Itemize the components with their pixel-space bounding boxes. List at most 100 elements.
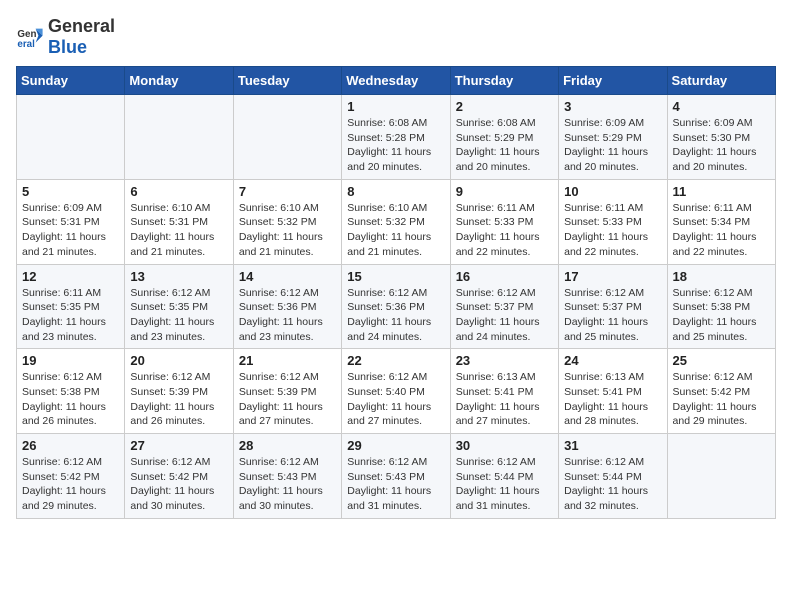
calendar-cell: 24Sunrise: 6:13 AM Sunset: 5:41 PM Dayli…	[559, 349, 667, 434]
day-number: 27	[130, 438, 227, 453]
day-info: Sunrise: 6:12 AM Sunset: 5:38 PM Dayligh…	[22, 370, 119, 429]
day-info: Sunrise: 6:12 AM Sunset: 5:37 PM Dayligh…	[456, 286, 553, 345]
day-info: Sunrise: 6:12 AM Sunset: 5:40 PM Dayligh…	[347, 370, 444, 429]
day-number: 8	[347, 184, 444, 199]
calendar-cell: 31 Sunrise: 6:12 AM Sunset: 5:44 PM Dayli…	[559, 434, 667, 519]
day-info: Sunrise: 6:08 AM Sunset: 5:29 PM Dayligh…	[456, 116, 553, 175]
day-info: Sunrise: 6:10 AM Sunset: 5:31 PM Dayligh…	[130, 201, 227, 260]
day-number: 9	[456, 184, 553, 199]
logo-icon: Gen eral	[16, 23, 44, 51]
calendar-week-3: 12 Sunrise: 6:11 AM Sunset: 5:35 PM Dayli…	[17, 264, 776, 349]
day-number: 11	[673, 184, 770, 199]
day-info: Sunrise: 6:10 AM Sunset: 5:32 PM Dayligh…	[347, 201, 444, 260]
day-number: 2	[456, 99, 553, 114]
day-info: Sunrise: 6:12 AM Sunset: 5:42 PM Dayligh…	[22, 455, 119, 514]
calendar-cell: 4 Sunrise: 6:09 AM Sunset: 5:30 PM Daylig…	[667, 95, 775, 180]
calendar-table: SundayMondayTuesdayWednesdayThursdayFrid…	[16, 66, 776, 519]
logo: Gen eral General Blue	[16, 16, 115, 58]
day-number: 12	[22, 269, 119, 284]
calendar-cell: 15 Sunrise: 6:12 AM Sunset: 5:36 PM Dayli…	[342, 264, 450, 349]
calendar-cell: 14 Sunrise: 6:12 AM Sunset: 5:36 PM Dayli…	[233, 264, 341, 349]
day-info: Sunrise: 6:11 AM Sunset: 5:33 PM Dayligh…	[564, 201, 661, 260]
weekday-header-wednesday: Wednesday	[342, 67, 450, 95]
day-info: Sunrise: 6:08 AM Sunset: 5:28 PM Dayligh…	[347, 116, 444, 175]
day-number: 14	[239, 269, 336, 284]
logo-text-blue: Blue	[48, 37, 87, 57]
day-info: Sunrise: 6:12 AM Sunset: 5:36 PM Dayligh…	[347, 286, 444, 345]
calendar-cell: 23 Sunrise: 6:13 AM Sunset: 5:41 PM Dayli…	[450, 349, 558, 434]
page-header: Gen eral General Blue	[16, 16, 776, 58]
svg-text:eral: eral	[17, 39, 35, 50]
calendar-cell: 1 Sunrise: 6:08 AM Sunset: 5:28 PM Daylig…	[342, 95, 450, 180]
calendar-cell: 12 Sunrise: 6:11 AM Sunset: 5:35 PM Dayli…	[17, 264, 125, 349]
day-info: Sunrise: 6:09 AM Sunset: 5:31 PM Dayligh…	[22, 201, 119, 260]
weekday-header-row: SundayMondayTuesdayWednesdayThursdayFrid…	[17, 67, 776, 95]
calendar-cell: 28 Sunrise: 6:12 AM Sunset: 5:43 PM Dayli…	[233, 434, 341, 519]
day-number: 25	[673, 353, 770, 368]
calendar-cell: 6 Sunrise: 6:10 AM Sunset: 5:31 PM Daylig…	[125, 179, 233, 264]
calendar-week-4: 19Sunrise: 6:12 AM Sunset: 5:38 PM Dayli…	[17, 349, 776, 434]
calendar-week-5: 26 Sunrise: 6:12 AM Sunset: 5:42 PM Dayli…	[17, 434, 776, 519]
day-number: 6	[130, 184, 227, 199]
calendar-cell: 10 Sunrise: 6:11 AM Sunset: 5:33 PM Dayli…	[559, 179, 667, 264]
day-number: 20	[130, 353, 227, 368]
logo-text-general: General	[48, 16, 115, 36]
day-info: Sunrise: 6:12 AM Sunset: 5:42 PM Dayligh…	[673, 370, 770, 429]
calendar-cell	[667, 434, 775, 519]
weekday-header-thursday: Thursday	[450, 67, 558, 95]
day-info: Sunrise: 6:12 AM Sunset: 5:35 PM Dayligh…	[130, 286, 227, 345]
day-info: Sunrise: 6:12 AM Sunset: 5:36 PM Dayligh…	[239, 286, 336, 345]
calendar-cell: 20 Sunrise: 6:12 AM Sunset: 5:39 PM Dayli…	[125, 349, 233, 434]
calendar-cell: 27 Sunrise: 6:12 AM Sunset: 5:42 PM Dayli…	[125, 434, 233, 519]
calendar-cell: 11Sunrise: 6:11 AM Sunset: 5:34 PM Dayli…	[667, 179, 775, 264]
day-info: Sunrise: 6:13 AM Sunset: 5:41 PM Dayligh…	[456, 370, 553, 429]
calendar-cell: 9 Sunrise: 6:11 AM Sunset: 5:33 PM Daylig…	[450, 179, 558, 264]
day-number: 4	[673, 99, 770, 114]
day-number: 17	[564, 269, 661, 284]
calendar-cell: 25 Sunrise: 6:12 AM Sunset: 5:42 PM Dayli…	[667, 349, 775, 434]
day-number: 5	[22, 184, 119, 199]
calendar-cell: 19Sunrise: 6:12 AM Sunset: 5:38 PM Dayli…	[17, 349, 125, 434]
day-info: Sunrise: 6:09 AM Sunset: 5:30 PM Dayligh…	[673, 116, 770, 175]
weekday-header-monday: Monday	[125, 67, 233, 95]
day-info: Sunrise: 6:12 AM Sunset: 5:43 PM Dayligh…	[239, 455, 336, 514]
weekday-header-sunday: Sunday	[17, 67, 125, 95]
calendar-cell: 17Sunrise: 6:12 AM Sunset: 5:37 PM Dayli…	[559, 264, 667, 349]
day-info: Sunrise: 6:12 AM Sunset: 5:43 PM Dayligh…	[347, 455, 444, 514]
day-info: Sunrise: 6:12 AM Sunset: 5:39 PM Dayligh…	[130, 370, 227, 429]
day-info: Sunrise: 6:09 AM Sunset: 5:29 PM Dayligh…	[564, 116, 661, 175]
day-info: Sunrise: 6:11 AM Sunset: 5:35 PM Dayligh…	[22, 286, 119, 345]
calendar-cell	[17, 95, 125, 180]
day-number: 31	[564, 438, 661, 453]
calendar-week-2: 5 Sunrise: 6:09 AM Sunset: 5:31 PM Daylig…	[17, 179, 776, 264]
day-number: 29	[347, 438, 444, 453]
weekday-header-friday: Friday	[559, 67, 667, 95]
calendar-cell: 18Sunrise: 6:12 AM Sunset: 5:38 PM Dayli…	[667, 264, 775, 349]
calendar-cell: 3Sunrise: 6:09 AM Sunset: 5:29 PM Daylig…	[559, 95, 667, 180]
calendar-week-1: 1 Sunrise: 6:08 AM Sunset: 5:28 PM Daylig…	[17, 95, 776, 180]
day-info: Sunrise: 6:11 AM Sunset: 5:33 PM Dayligh…	[456, 201, 553, 260]
day-info: Sunrise: 6:12 AM Sunset: 5:42 PM Dayligh…	[130, 455, 227, 514]
day-number: 28	[239, 438, 336, 453]
day-number: 21	[239, 353, 336, 368]
calendar-cell	[233, 95, 341, 180]
calendar-cell	[125, 95, 233, 180]
day-number: 18	[673, 269, 770, 284]
day-info: Sunrise: 6:12 AM Sunset: 5:44 PM Dayligh…	[564, 455, 661, 514]
calendar-cell: 8 Sunrise: 6:10 AM Sunset: 5:32 PM Daylig…	[342, 179, 450, 264]
day-number: 23	[456, 353, 553, 368]
calendar-cell: 16Sunrise: 6:12 AM Sunset: 5:37 PM Dayli…	[450, 264, 558, 349]
calendar-cell: 30Sunrise: 6:12 AM Sunset: 5:44 PM Dayli…	[450, 434, 558, 519]
day-info: Sunrise: 6:12 AM Sunset: 5:44 PM Dayligh…	[456, 455, 553, 514]
calendar-cell: 5 Sunrise: 6:09 AM Sunset: 5:31 PM Daylig…	[17, 179, 125, 264]
calendar-cell: 13Sunrise: 6:12 AM Sunset: 5:35 PM Dayli…	[125, 264, 233, 349]
weekday-header-saturday: Saturday	[667, 67, 775, 95]
day-number: 1	[347, 99, 444, 114]
day-number: 15	[347, 269, 444, 284]
day-info: Sunrise: 6:13 AM Sunset: 5:41 PM Dayligh…	[564, 370, 661, 429]
day-info: Sunrise: 6:10 AM Sunset: 5:32 PM Dayligh…	[239, 201, 336, 260]
day-number: 26	[22, 438, 119, 453]
day-number: 10	[564, 184, 661, 199]
calendar-cell: 29 Sunrise: 6:12 AM Sunset: 5:43 PM Dayli…	[342, 434, 450, 519]
calendar-cell: 21Sunrise: 6:12 AM Sunset: 5:39 PM Dayli…	[233, 349, 341, 434]
